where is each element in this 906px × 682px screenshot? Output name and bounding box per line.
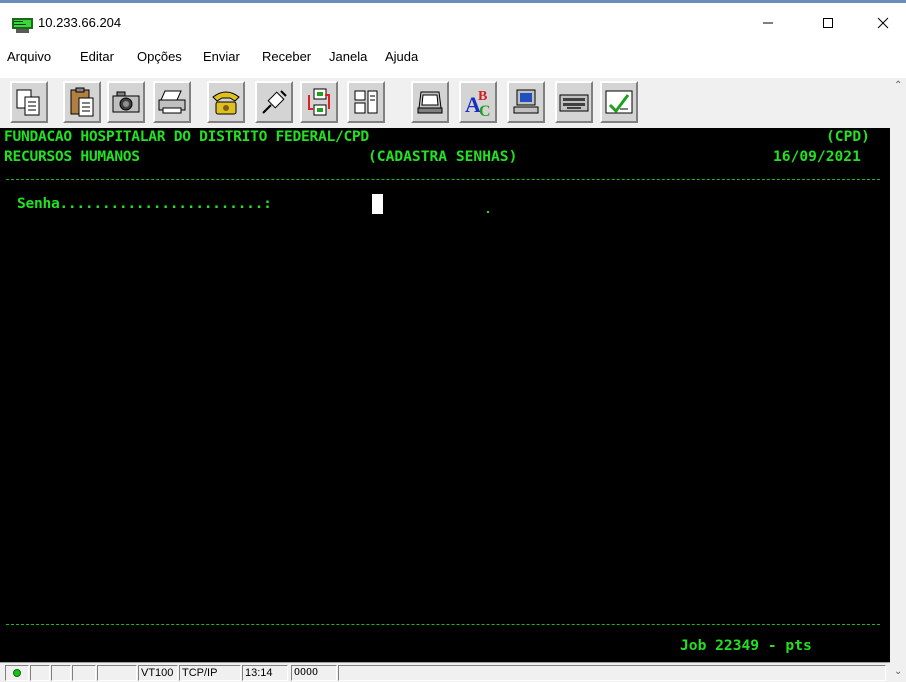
terminal-screen[interactable]: FUNDACAO HOSPITALAR DO DISTRITO FEDERAL/… [0, 128, 890, 662]
phone-icon [212, 91, 240, 115]
svg-text:C: C [479, 103, 491, 118]
status-protocol: TCP/IP [179, 665, 241, 681]
status-cell-message [338, 665, 886, 681]
header-date: 16/09/2021 [773, 148, 861, 165]
connect-button[interactable] [255, 81, 293, 123]
header-department: RECURSOS HUMANOS [4, 148, 140, 165]
scroll-up-icon[interactable]: ⌃ [894, 80, 902, 91]
maximize-button[interactable] [805, 3, 851, 43]
job-info: Job 22349 - pts [680, 637, 812, 654]
paste-icon [70, 87, 94, 117]
keyboard-button[interactable] [555, 81, 593, 123]
header-separator [6, 179, 880, 180]
status-cell-blank-1 [30, 665, 50, 681]
connect-icon [262, 90, 287, 114]
computer-button[interactable] [507, 81, 545, 123]
menu-enviar[interactable]: Enviar [203, 49, 240, 64]
layout-button[interactable] [347, 81, 385, 123]
menu-ajuda[interactable]: Ajuda [385, 49, 418, 64]
password-label: Senha........................: [17, 195, 272, 212]
print-button[interactable] [153, 81, 191, 123]
print-icon [158, 90, 186, 114]
menu-bar: Arquivo Editar Opções Enviar Receber Jan… [0, 46, 906, 68]
spellcheck-icon: A B C [465, 89, 491, 118]
header-code: (CPD) [826, 128, 870, 145]
maximize-icon [823, 18, 833, 28]
status-bar: VT100 TCP/IP 13:14 OOOO [0, 662, 890, 682]
dial-button[interactable] [207, 81, 245, 123]
header-screen-title: (CADASTRA SENHAS) [368, 148, 518, 165]
field-end-marker [487, 211, 489, 213]
transfer-button[interactable] [300, 81, 338, 123]
camera-icon [112, 91, 140, 113]
toolbar: A B C [0, 78, 890, 128]
menu-arquivo[interactable]: Arquivo [7, 49, 51, 64]
header-organization: FUNDACAO HOSPITALAR DO DISTRITO FEDERAL/… [4, 128, 369, 145]
status-led-icon [13, 669, 21, 677]
svg-text:B: B [478, 89, 487, 104]
vertical-scrollbar[interactable] [890, 78, 906, 682]
close-icon [877, 17, 889, 29]
copy-icon [16, 89, 40, 116]
status-indicator: OOOO [291, 665, 337, 681]
footer-separator [6, 624, 880, 625]
text-cursor [372, 194, 383, 214]
status-cell-blank-2 [51, 665, 71, 681]
computer-icon [513, 89, 539, 114]
scroll-down-icon[interactable]: ⌄ [894, 666, 902, 677]
minimize-icon [763, 22, 773, 24]
copy-button[interactable] [10, 81, 48, 123]
menu-editar[interactable]: Editar [80, 49, 114, 64]
spellcheck-button[interactable]: A B C [459, 81, 497, 123]
checklist-button[interactable] [600, 81, 638, 123]
terminal-icon [12, 18, 33, 33]
minimize-button[interactable] [745, 3, 791, 43]
menu-opcoes[interactable]: Opções [137, 49, 182, 64]
document-stack-icon [417, 91, 443, 114]
documents-button[interactable] [411, 81, 449, 123]
status-emulation: VT100 [138, 665, 178, 681]
layout-icon [354, 90, 378, 114]
menu-receber[interactable]: Receber [262, 49, 311, 64]
connection-status [5, 665, 29, 681]
keyboard-icon [559, 94, 589, 112]
window-title: 10.233.66.204 [38, 15, 122, 30]
checklist-icon [605, 90, 633, 114]
capture-button[interactable] [107, 81, 145, 123]
status-cell-blank-4 [97, 665, 137, 681]
status-cell-blank-3 [72, 665, 96, 681]
close-button[interactable] [860, 3, 906, 43]
paste-button[interactable] [63, 81, 101, 123]
menu-janela[interactable]: Janela [329, 49, 367, 64]
status-time: 13:14 [242, 665, 288, 681]
transfer-icon [308, 88, 330, 116]
